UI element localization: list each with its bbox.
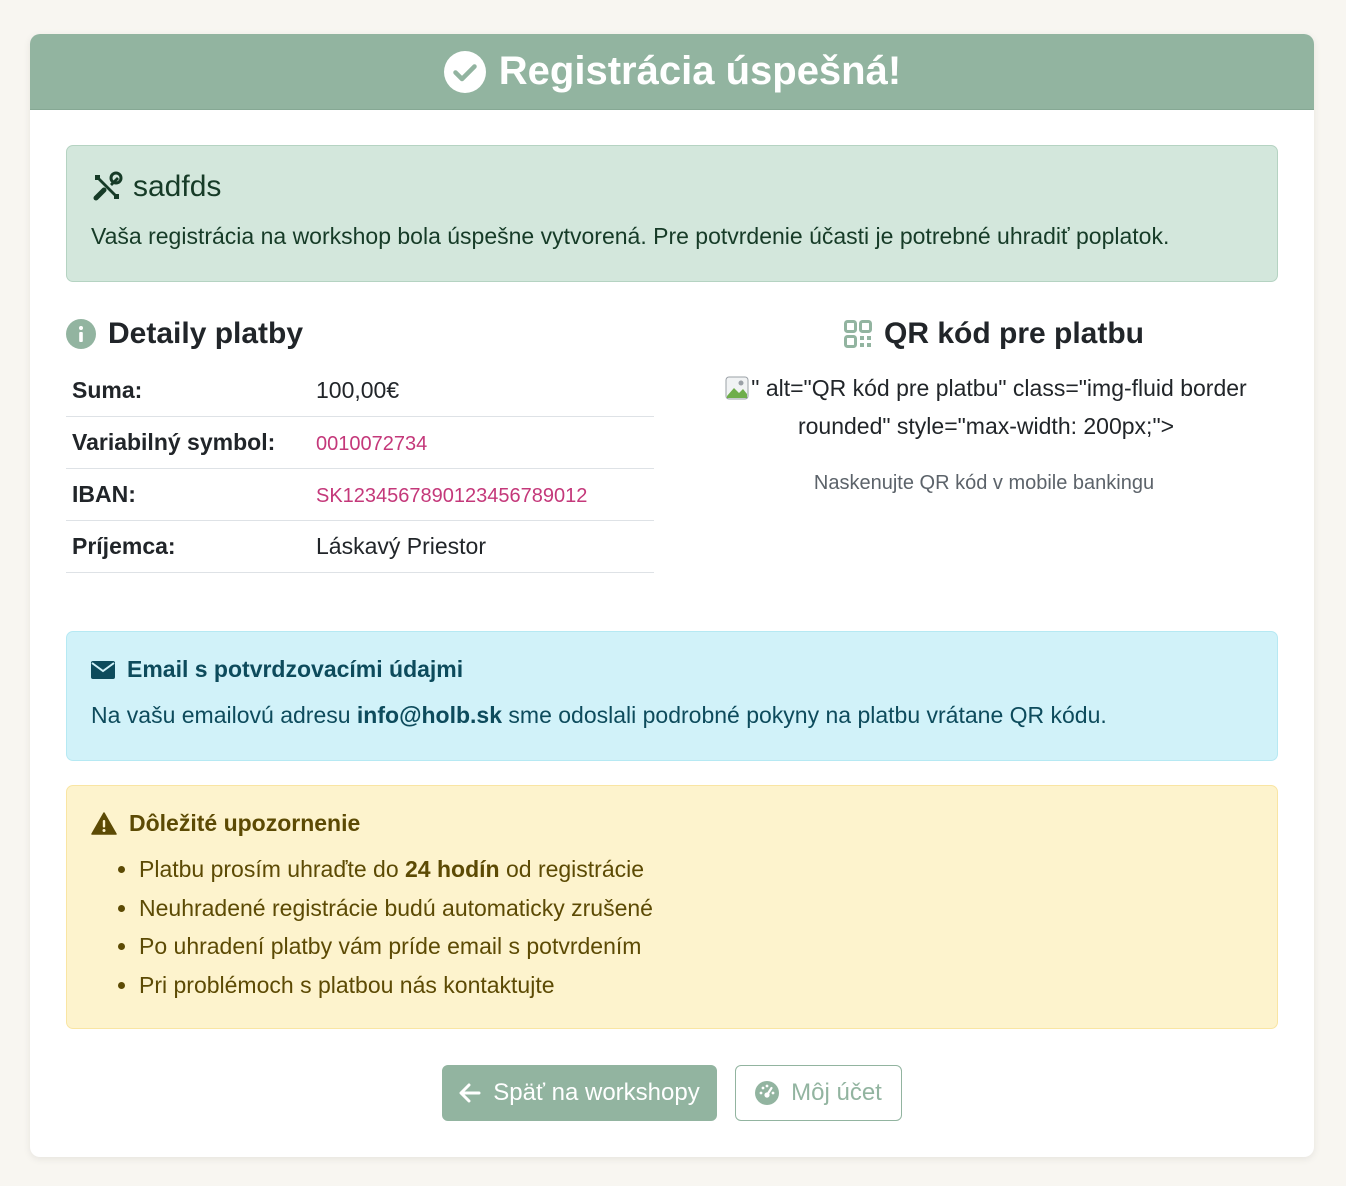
warning-title: Dôležité upozornenie (91, 810, 360, 837)
list-item: Neuhradené registrácie budú automaticky … (139, 889, 653, 928)
qr-image-broken: " alt="QR kód pre platbu" class="img-flu… (716, 369, 1256, 445)
page-title: Registrácia úspešná! (498, 49, 902, 93)
workshop-alert: sadfds Vaša registrácia na workshop bola… (66, 145, 1278, 282)
info-circle-icon (66, 319, 96, 349)
payment-details-title: Detaily platby (66, 317, 303, 351)
dashboard-icon (755, 1081, 780, 1105)
warning-list: Platbu prosím uhraďte do 24 hodín od reg… (91, 850, 653, 1005)
variable-symbol-label: Variabilný symbol: (66, 416, 310, 469)
qr-broken-markup: " alt="QR kód pre platbu" class="img-flu… (751, 375, 1247, 439)
workshop-title: sadfds (91, 170, 221, 204)
table-row: IBAN: SK1234567890123456789012 (66, 468, 654, 521)
warning-alert: Dôležité upozornenie Platbu prosím uhraď… (66, 785, 1278, 1029)
iban-label: IBAN: (66, 468, 310, 521)
list-item: Po uhradení platby vám príde email s pot… (139, 927, 653, 966)
check-circle-icon (443, 50, 486, 93)
recipient-label: Príjemca: (66, 520, 310, 573)
card-header: Registrácia úspešná! (30, 34, 1314, 110)
recipient-value: Láskavý Priestor (310, 520, 654, 573)
table-row: Príjemca: Láskavý Priestor (66, 520, 654, 573)
broken-image-icon (725, 376, 749, 400)
email-alert-text: Na vašu emailovú adresu info@holb.sk sme… (91, 702, 1107, 728)
amount-label: Suma: (66, 365, 310, 417)
back-to-workshops-button[interactable]: Späť na workshopy (442, 1065, 717, 1121)
workshop-message: Vaša registrácia na workshop bola úspešn… (91, 223, 1170, 249)
envelope-icon (91, 660, 115, 679)
email-alert: Email s potvrdzovacími údajmi Na vašu em… (66, 631, 1278, 761)
qr-title: QR kód pre platbu (844, 317, 1144, 351)
amount-value: 100,00€ (310, 365, 654, 417)
registration-card: Registrácia úspešná! sadfds Vaša registr… (30, 34, 1314, 1157)
email-address: info@holb.sk (356, 702, 503, 728)
qrcode-icon (844, 320, 872, 348)
workshop-name: sadfds (133, 170, 222, 203)
tools-icon (93, 171, 123, 201)
payment-table: Suma: 100,00€ Variabilný symbol: 0010072… (66, 365, 654, 573)
list-item: Pri problémoch s platbou nás kontaktujte (139, 966, 653, 1005)
iban-value: SK1234567890123456789012 (316, 485, 588, 507)
warning-triangle-icon (91, 812, 117, 835)
table-row: Variabilný symbol: 0010072734 (66, 416, 654, 469)
list-item: Platbu prosím uhraďte do 24 hodín od reg… (139, 850, 653, 889)
table-row: Suma: 100,00€ (66, 365, 654, 417)
variable-symbol-value: 0010072734 (316, 433, 428, 455)
email-alert-title: Email s potvrdzovacími údajmi (91, 656, 463, 683)
my-account-button[interactable]: Môj účet (735, 1065, 902, 1121)
qr-note: Naskenujte QR kód v mobile bankingu (813, 472, 1155, 494)
arrow-left-icon (459, 1083, 481, 1103)
